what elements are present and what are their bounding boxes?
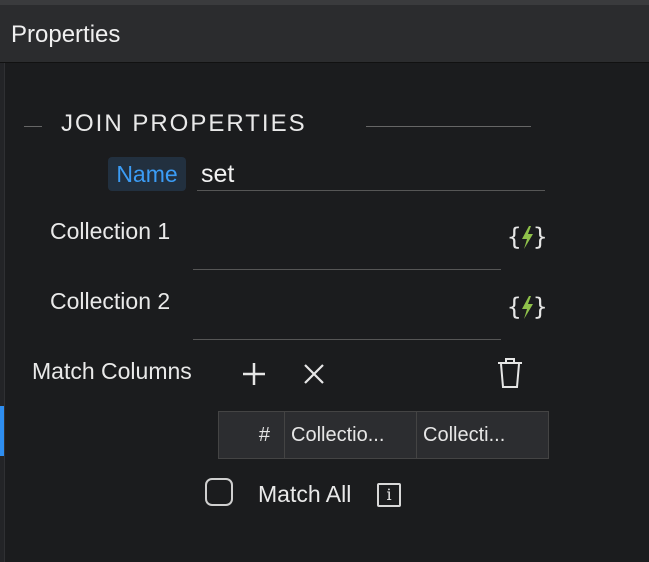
info-icon[interactable]: i bbox=[377, 483, 401, 507]
collection1-label: Collection 1 bbox=[50, 218, 171, 244]
match-all-checkbox[interactable] bbox=[205, 478, 233, 506]
rail-active-indicator bbox=[0, 406, 4, 456]
match-columns-label: Match Columns bbox=[32, 358, 192, 384]
name-label: Name bbox=[108, 157, 186, 191]
left-rail bbox=[0, 63, 5, 562]
name-input[interactable]: set bbox=[197, 157, 545, 191]
section-divider-left bbox=[24, 126, 42, 127]
svg-text:}: } bbox=[533, 293, 547, 321]
column-header-collection2[interactable]: Collecti... bbox=[417, 412, 548, 458]
match-all-label: Match All bbox=[258, 481, 352, 507]
match-columns-table-header: # Collectio... Collecti... bbox=[218, 411, 549, 459]
column-header-index[interactable]: # bbox=[219, 412, 285, 458]
section-header: JOIN PROPERTIES bbox=[24, 110, 534, 140]
svg-text:{: { bbox=[507, 293, 521, 321]
panel-title: Properties bbox=[11, 21, 121, 48]
collection2-label: Collection 2 bbox=[50, 288, 171, 314]
column-header-collection1[interactable]: Collectio... bbox=[285, 412, 417, 458]
close-icon[interactable] bbox=[302, 362, 326, 386]
trash-icon[interactable] bbox=[496, 356, 524, 390]
section-divider-right bbox=[366, 126, 531, 127]
collection1-input[interactable] bbox=[193, 268, 501, 270]
panel-header: Properties bbox=[0, 5, 649, 63]
collection2-input[interactable] bbox=[193, 338, 501, 340]
dynamic-binding-icon[interactable]: { } bbox=[507, 290, 547, 324]
section-title: JOIN PROPERTIES bbox=[61, 110, 307, 137]
svg-text:{: { bbox=[507, 223, 521, 251]
plus-icon[interactable] bbox=[240, 360, 268, 388]
svg-text:}: } bbox=[533, 223, 547, 251]
dynamic-binding-icon[interactable]: { } bbox=[507, 220, 547, 254]
